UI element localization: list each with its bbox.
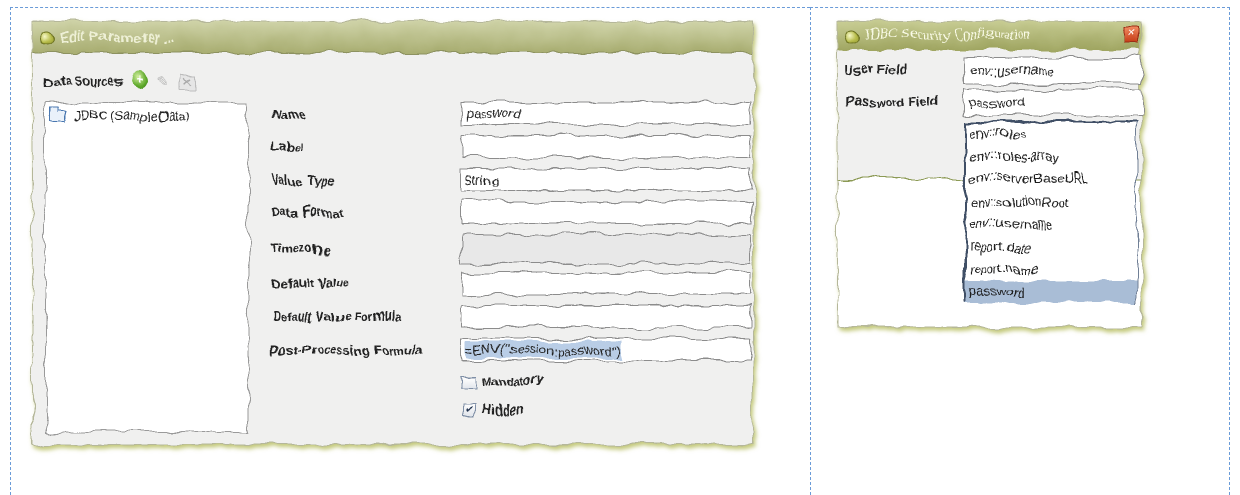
label-label: Label — [271, 140, 304, 154]
hidden-checkbox[interactable]: ✔ — [461, 403, 475, 417]
row-default-value: Default Value — [271, 272, 751, 296]
row-label: Label — [271, 135, 751, 159]
mandatory-label: Mandatory — [481, 374, 545, 388]
password-field-row: Password Field password — [846, 89, 1146, 116]
mandatory-checkbox[interactable] — [461, 374, 475, 388]
password-field-label: Password Field — [846, 95, 938, 109]
selected-formula-text: =ENV("session:password") — [466, 341, 622, 358]
dropdown-option[interactable]: env::username — [966, 213, 1136, 236]
dropdown-option-selected[interactable]: password — [966, 280, 1136, 303]
dropdown-option[interactable]: env::roles — [966, 123, 1136, 146]
edit-parameter-title: Edit Parameter ... — [60, 29, 175, 45]
dropdown-option[interactable]: report.date — [966, 236, 1136, 259]
dialog-ball-icon — [844, 28, 859, 44]
timezone-field[interactable] — [461, 234, 751, 264]
user-field-input[interactable]: env::username — [964, 57, 1144, 84]
name-label: Name — [271, 107, 306, 121]
user-field-row: User Field env::username — [846, 57, 1146, 84]
close-icon[interactable]: ✕ — [1123, 27, 1139, 44]
row-timezone: Timezone — [271, 234, 751, 264]
default-value-formula-field[interactable] — [461, 305, 751, 328]
name-field[interactable]: password — [461, 102, 751, 125]
mandatory-checkbox-row[interactable]: Mandatory — [461, 374, 544, 388]
dropdown-option[interactable]: env::serverBaseURL — [966, 168, 1136, 191]
tree-item-label: JDBC (SampleData) — [73, 108, 191, 123]
default-value-formula-label: Default Value Formula — [271, 310, 403, 324]
hidden-label: Hidden — [481, 403, 524, 417]
password-field-input[interactable]: password — [964, 89, 1144, 116]
jdbc-security-dialog: JDBC Security Configuration ✕ User Field… — [837, 21, 1144, 328]
dropdown-option[interactable]: report.name — [966, 258, 1136, 281]
row-value-type: Value Type String — [271, 168, 751, 192]
label-field[interactable] — [461, 135, 751, 158]
datasources-label: Data Sources — [45, 74, 122, 88]
default-value-field[interactable] — [461, 272, 751, 295]
edit-pencil-icon[interactable]: ✎ — [156, 73, 172, 89]
hidden-checkbox-row[interactable]: ✔ Hidden — [461, 403, 523, 417]
folder-icon — [50, 106, 67, 122]
data-format-label: Data Format — [271, 206, 344, 220]
add-icon[interactable]: + — [129, 72, 148, 90]
row-name: Name password — [271, 102, 751, 126]
data-format-field[interactable] — [461, 201, 751, 224]
jdbc-title: JDBC Security Configuration — [865, 28, 1032, 43]
post-processing-formula-field[interactable]: =ENV("session:password") — [461, 338, 751, 361]
jdbc-titlebar[interactable]: JDBC Security Configuration ✕ — [838, 22, 1141, 50]
post-processing-formula-label: Post-Processing Formula — [271, 343, 423, 357]
row-default-value-formula: Default Value Formula — [271, 305, 751, 329]
edit-parameter-dialog: Edit Parameter ... Data Sources + ✎ ✕ JD… — [32, 21, 754, 445]
row-post-processing-formula: Post-Processing Formula =ENV("session:pa… — [271, 338, 751, 362]
delete-icon[interactable]: ✕ — [179, 73, 195, 89]
dropdown-option[interactable]: env::solutionRoot — [966, 191, 1136, 214]
value-type-label: Value Type — [271, 173, 336, 187]
user-field-label: User Field — [846, 63, 907, 77]
tree-item-jdbc[interactable]: JDBC (SampleData) — [46, 103, 248, 128]
datasource-tree[interactable]: JDBC (SampleData) — [45, 102, 249, 432]
timezone-label: Timezone — [271, 242, 329, 256]
edit-parameter-titlebar[interactable]: Edit Parameter ... — [33, 22, 753, 53]
row-data-format: Data Format — [271, 201, 751, 225]
dialog-ball-icon — [39, 29, 54, 45]
password-dropdown-list[interactable]: env::roles env::roles-array env::serverB… — [964, 121, 1137, 303]
dropdown-option[interactable]: env::roles-array — [966, 146, 1136, 169]
default-value-label: Default Value — [271, 277, 350, 291]
datasources-toolbar: Data Sources + ✎ ✕ — [45, 72, 195, 90]
value-type-field[interactable]: String — [461, 168, 751, 191]
